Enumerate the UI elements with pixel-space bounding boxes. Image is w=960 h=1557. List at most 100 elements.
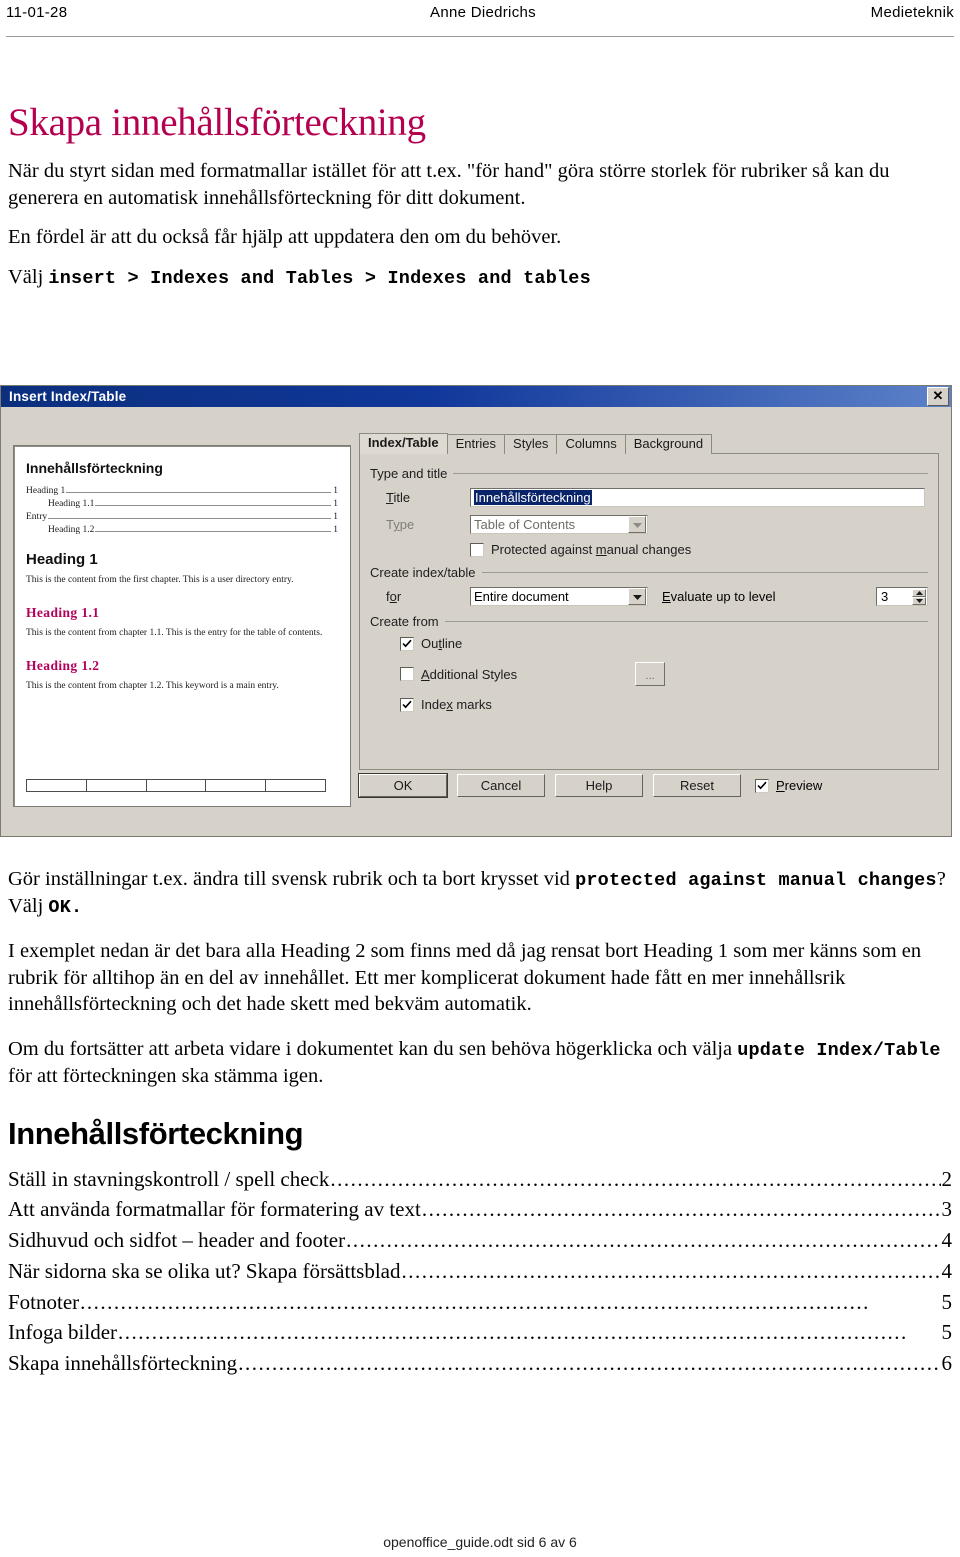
- toc-row[interactable]: Skapa innehållsförteckning .............…: [8, 1350, 952, 1378]
- toc-leader-dots: ........................................…: [118, 1320, 908, 1345]
- menu-path: insert > Indexes and Tables > Indexes an…: [48, 267, 591, 289]
- evaluate-level-stepper[interactable]: 3: [876, 587, 928, 606]
- toc-row-page: 5: [941, 1320, 953, 1345]
- preview-toc-entry-page: 1: [333, 525, 338, 535]
- toc-row[interactable]: Infoga bilder ..........................…: [8, 1319, 952, 1347]
- document-content: Skapa innehållsförteckning När du styrt …: [8, 102, 952, 302]
- cancel-button[interactable]: Cancel: [457, 774, 545, 797]
- toc-row[interactable]: När sidorna ska se olika ut? Skapa försä…: [8, 1258, 952, 1286]
- table-cell: [265, 779, 326, 792]
- group-create-from-label: Create from: [370, 614, 928, 629]
- group-label-text: Create from: [370, 614, 439, 629]
- help-button[interactable]: Help: [555, 774, 643, 797]
- chevron-down-icon[interactable]: [628, 516, 646, 533]
- toc-row-label: Sidhuvud och sidfot – header and footer: [8, 1228, 346, 1253]
- group-type-and-title-label: Type and title: [370, 466, 928, 481]
- type-select-value: Table of Contents: [474, 517, 576, 532]
- label-for: for: [386, 589, 402, 604]
- preview-heading-1-2-text: This is the content from chapter 1.2. Th…: [26, 681, 279, 691]
- scope-select[interactable]: Entire document: [470, 587, 648, 606]
- preview-toc-entry-label: Heading 1: [26, 486, 66, 496]
- toc-leader-dots: ........................................…: [346, 1228, 941, 1253]
- reset-button[interactable]: Reset: [653, 774, 741, 797]
- preview-toc-entry: Heading 1 1: [26, 486, 338, 496]
- stepper-buttons[interactable]: [912, 588, 926, 605]
- leader-dots: [48, 517, 332, 519]
- table-cell: [26, 779, 87, 792]
- document-lower-content: Gör inställningar t.ex. ändra till svens…: [8, 866, 952, 1381]
- header-divider: [6, 36, 954, 37]
- chevron-down-icon[interactable]: [628, 588, 646, 605]
- index-marks-checkbox[interactable]: [400, 697, 414, 712]
- label-evaluate-up-to-level: Evaluate up to level: [662, 589, 776, 604]
- header-date: 11-01-28: [6, 4, 68, 21]
- preview-toc-entry: Heading 1.2 1: [26, 525, 338, 535]
- tab-columns[interactable]: Columns: [556, 434, 626, 454]
- protected-checkbox[interactable]: [470, 542, 484, 557]
- intro-paragraph-1: När du styrt sidan med formatmallar istä…: [8, 159, 890, 209]
- index-preview-pane: Innehållsförteckning Heading 1 1 Heading…: [13, 445, 351, 807]
- toc-row[interactable]: Fotnoter ...............................…: [8, 1289, 952, 1317]
- tab-background[interactable]: Background: [624, 434, 713, 454]
- example-paragraph: I exemplet nedan är det bara alla Headin…: [8, 940, 922, 1016]
- preview-toc-entry-label: Heading 1.2: [48, 525, 95, 535]
- stepper-up-icon[interactable]: [912, 588, 926, 597]
- toc-row[interactable]: Ställ in stavningskontroll / spell check…: [8, 1166, 952, 1194]
- toc-row-label: Infoga bilder: [8, 1320, 118, 1345]
- title-input[interactable]: Innehållsförteckning: [470, 488, 925, 507]
- toc-row-page: 4: [941, 1258, 953, 1283]
- toc-row-page: 4: [941, 1228, 953, 1253]
- tab-index-table[interactable]: Index/Table: [359, 433, 448, 454]
- type-select[interactable]: Table of Contents: [470, 515, 648, 534]
- toc-row-label: Skapa innehållsförteckning: [8, 1351, 238, 1376]
- row-for: for Entire document Evaluate up to level…: [370, 587, 928, 606]
- header-course: Medieteknik: [870, 4, 954, 21]
- page-footer: openoffice_guide.odt sid 6 av 6: [383, 1534, 577, 1550]
- additional-styles-browse-button[interactable]: ...: [635, 662, 666, 686]
- leader-dots: [95, 504, 332, 506]
- toc-list: Ställ in stavningskontroll / spell check…: [8, 1166, 952, 1378]
- toc-row-label: Ställ in stavningskontroll / spell check: [8, 1166, 330, 1191]
- preview-toc-entry: Heading 1.1 1: [26, 499, 338, 509]
- group-create-index: Create index/table for Entire document E…: [370, 565, 928, 606]
- toc-row-page: 5: [941, 1289, 953, 1314]
- additional-styles-checkbox[interactable]: [400, 667, 414, 681]
- preview-toc-entry-page: 1: [333, 512, 338, 522]
- preview-toc-title: Innehållsförteckning: [26, 460, 163, 476]
- group-label-text: Create index/table: [370, 565, 476, 580]
- index-marks-checkbox-label: Index marks: [421, 697, 492, 712]
- dialog-tabstrip: Index/Table Entries Styles Columns Backg…: [359, 433, 939, 454]
- update-paragraph: Om du fortsätter att arbeta vidare i dok…: [8, 1036, 952, 1090]
- settings-instruction-prefix: Gör inställningar t.ex. ändra till svens…: [8, 868, 576, 890]
- toc-leader-dots: ........................................…: [421, 1197, 941, 1222]
- toc-row[interactable]: Sidhuvud och sidfot – header and footer …: [8, 1227, 952, 1255]
- stepper-down-icon[interactable]: [912, 596, 926, 605]
- preview-empty-table: [26, 779, 326, 792]
- tabpage-index-table: Type and title Title Innehållsförtecknin…: [359, 454, 939, 770]
- close-icon[interactable]: ✕: [927, 387, 949, 406]
- label-type: Type: [386, 517, 415, 532]
- toc-leader-dots: ........................................…: [330, 1166, 940, 1191]
- toc-row-label: Fotnoter: [8, 1289, 80, 1314]
- header-author: Anne Diedrichs: [430, 4, 536, 21]
- row-additional-styles: Additional Styles ...: [370, 662, 928, 686]
- toc-row-page: 6: [941, 1351, 953, 1376]
- preview-toc-entry-page: 1: [333, 486, 338, 496]
- preview-heading-1-1-text: This is the content from chapter 1.1. Th…: [26, 628, 323, 638]
- preview-checkbox[interactable]: [755, 778, 769, 793]
- preview-toc-entry-page: 1: [333, 499, 338, 509]
- group-label-text: Type and title: [370, 466, 448, 481]
- group-create-from: Create from Outline Additional Styles ..…: [370, 614, 928, 712]
- dialog-right-panel: Index/Table Entries Styles Columns Backg…: [359, 433, 939, 807]
- ok-button[interactable]: OK: [359, 774, 447, 797]
- group-type-and-title: Type and title Title Innehållsförtecknin…: [370, 466, 928, 557]
- preview-toc-entry: Entry 1: [26, 512, 338, 522]
- toc-row[interactable]: Att använda formatmallar för formatering…: [8, 1196, 952, 1224]
- outline-checkbox[interactable]: [400, 636, 414, 651]
- settings-instruction-mono-1: protected against manual changes: [575, 870, 937, 891]
- preview-checkbox-row: Preview: [755, 778, 822, 793]
- row-type: Type Table of Contents: [370, 515, 928, 534]
- row-index-marks: Index marks: [370, 697, 928, 712]
- tab-styles[interactable]: Styles: [504, 434, 558, 454]
- tab-entries[interactable]: Entries: [446, 434, 506, 454]
